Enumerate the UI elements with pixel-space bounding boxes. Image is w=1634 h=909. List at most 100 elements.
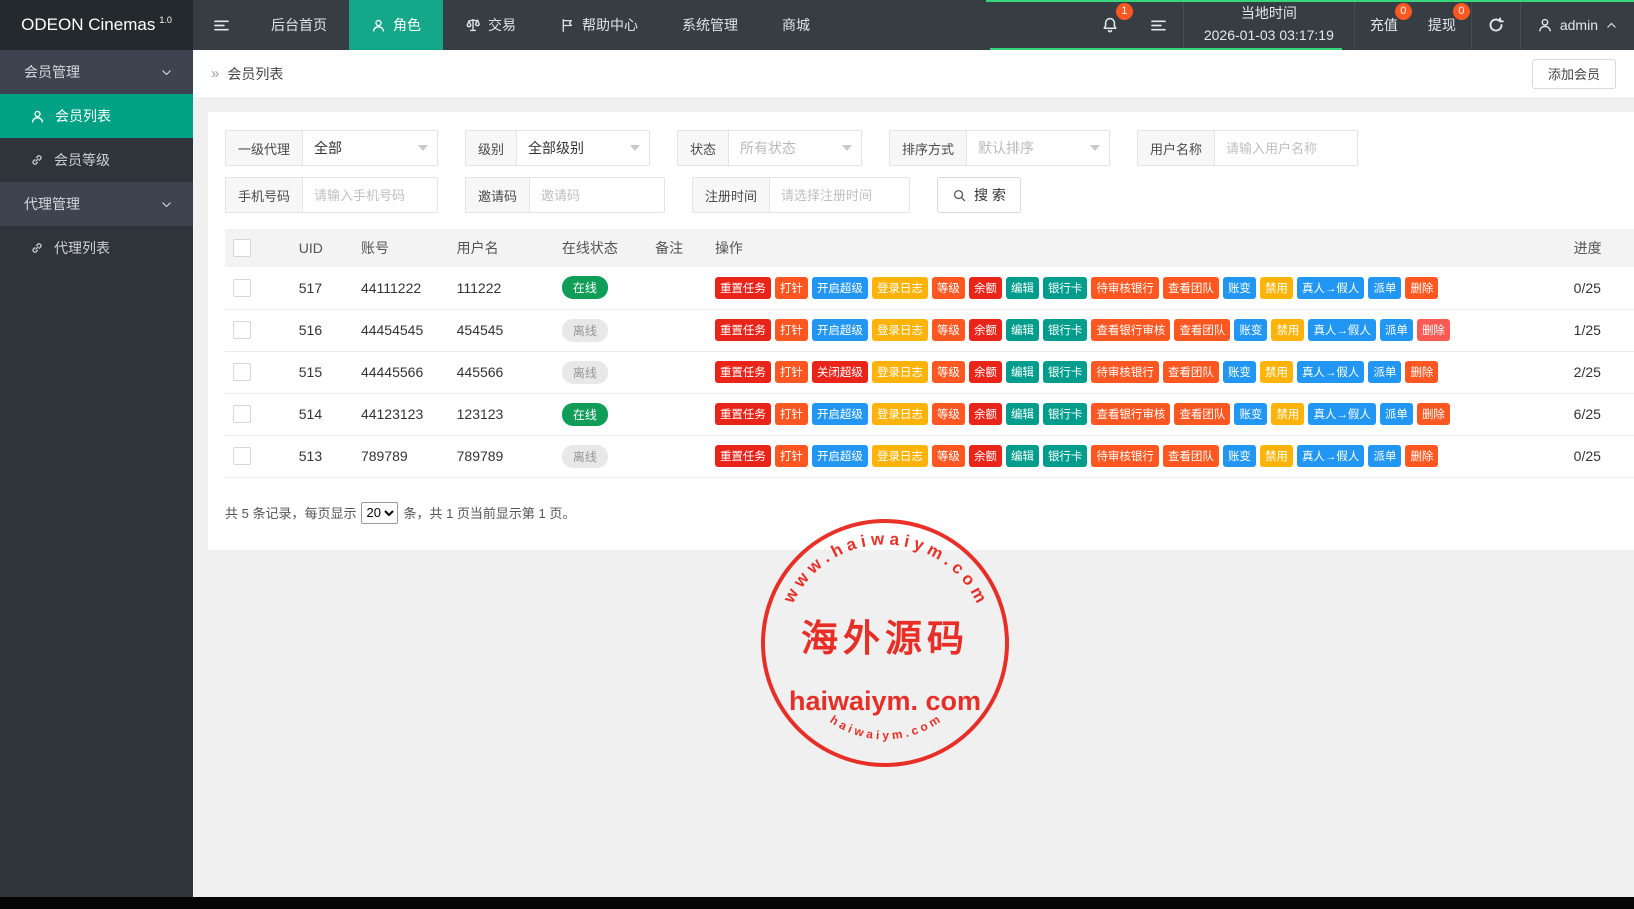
action-button-删除[interactable]: 删除 [1417, 403, 1450, 425]
action-button-余额[interactable]: 余额 [969, 403, 1002, 425]
action-button-等级[interactable]: 等级 [932, 319, 965, 341]
action-button-禁用[interactable]: 禁用 [1260, 445, 1293, 467]
action-button-派单[interactable]: 派单 [1380, 403, 1413, 425]
add-member-button[interactable]: 添加会员 [1532, 59, 1616, 89]
action-button-编辑[interactable]: 编辑 [1006, 277, 1039, 299]
nav-item-mall[interactable]: 商城 [760, 0, 832, 50]
quick-menu-button[interactable] [1134, 0, 1183, 50]
action-button-等级[interactable]: 等级 [932, 361, 965, 383]
action-button-开启超级[interactable]: 开启超级 [812, 277, 868, 299]
action-button-查看银行审核[interactable]: 查看银行审核 [1091, 319, 1170, 341]
action-button-等级[interactable]: 等级 [932, 445, 965, 467]
refresh-button[interactable] [1471, 0, 1521, 50]
action-button-待审核银行[interactable]: 待审核银行 [1091, 445, 1159, 467]
action-button-派单[interactable]: 派单 [1368, 277, 1401, 299]
action-button-账变[interactable]: 账变 [1234, 403, 1267, 425]
action-button-银行卡[interactable]: 银行卡 [1043, 445, 1088, 467]
action-button-禁用[interactable]: 禁用 [1271, 403, 1304, 425]
sidebar-item-agent-list[interactable]: 代理列表 [0, 226, 193, 270]
action-button-查看团队[interactable]: 查看团队 [1163, 361, 1219, 383]
row-checkbox[interactable] [233, 321, 251, 339]
action-button-重置任务[interactable]: 重置任务 [715, 277, 771, 299]
action-button-开启超级[interactable]: 开启超级 [812, 319, 868, 341]
action-button-开启超级[interactable]: 开启超级 [812, 403, 868, 425]
action-button-账变[interactable]: 账变 [1223, 277, 1256, 299]
action-button-禁用[interactable]: 禁用 [1260, 277, 1293, 299]
action-button-查看团队[interactable]: 查看团队 [1163, 445, 1219, 467]
action-button-编辑[interactable]: 编辑 [1006, 445, 1039, 467]
action-button-余额[interactable]: 余额 [969, 445, 1002, 467]
action-button-余额[interactable]: 余额 [969, 361, 1002, 383]
action-button-登录日志[interactable]: 登录日志 [872, 277, 928, 299]
action-button-真人→假人[interactable]: 真人→假人 [1297, 277, 1365, 299]
action-button-登录日志[interactable]: 登录日志 [872, 403, 928, 425]
app-logo[interactable]: ODEON Cinemas1.0 [0, 0, 193, 50]
action-button-编辑[interactable]: 编辑 [1006, 319, 1039, 341]
action-button-重置任务[interactable]: 重置任务 [715, 361, 771, 383]
action-button-等级[interactable]: 等级 [932, 277, 965, 299]
action-button-编辑[interactable]: 编辑 [1006, 403, 1039, 425]
filter-level-select[interactable]: 全部级别 [517, 131, 649, 165]
action-button-派单[interactable]: 派单 [1368, 445, 1401, 467]
withdraw-button[interactable]: 提现 0 [1413, 0, 1471, 50]
action-button-重置任务[interactable]: 重置任务 [715, 445, 771, 467]
action-button-真人→假人[interactable]: 真人→假人 [1308, 403, 1376, 425]
action-button-删除[interactable]: 删除 [1417, 319, 1450, 341]
action-button-删除[interactable]: 删除 [1405, 277, 1438, 299]
action-button-重置任务[interactable]: 重置任务 [715, 403, 771, 425]
page-size-select[interactable]: 20 [361, 502, 398, 524]
action-button-删除[interactable]: 删除 [1405, 361, 1438, 383]
action-button-账变[interactable]: 账变 [1223, 445, 1256, 467]
notifications-button[interactable]: 1 [1086, 0, 1134, 50]
sidebar-group-agent-management[interactable]: 代理管理 [0, 182, 193, 226]
action-button-账变[interactable]: 账变 [1223, 361, 1256, 383]
filter-first-agent-select[interactable]: 全部 [303, 131, 437, 165]
search-button[interactable]: 搜 索 [937, 177, 1021, 213]
row-checkbox[interactable] [233, 363, 251, 381]
action-button-禁用[interactable]: 禁用 [1271, 319, 1304, 341]
action-button-打针[interactable]: 打针 [775, 319, 808, 341]
action-button-关闭超级[interactable]: 关闭超级 [812, 361, 868, 383]
action-button-待审核银行[interactable]: 待审核银行 [1091, 361, 1159, 383]
nav-item-help-center[interactable]: 帮助中心 [538, 0, 660, 50]
action-button-打针[interactable]: 打针 [775, 403, 808, 425]
action-button-银行卡[interactable]: 银行卡 [1043, 319, 1088, 341]
action-button-派单[interactable]: 派单 [1380, 319, 1413, 341]
action-button-登录日志[interactable]: 登录日志 [872, 445, 928, 467]
nav-item-roles[interactable]: 角色 [349, 0, 443, 50]
action-button-打针[interactable]: 打针 [775, 361, 808, 383]
filter-status-select[interactable]: 所有状态 [729, 131, 861, 165]
action-button-登录日志[interactable]: 登录日志 [872, 319, 928, 341]
action-button-删除[interactable]: 删除 [1405, 445, 1438, 467]
sidebar-item-member-list[interactable]: 会员列表 [0, 94, 193, 138]
action-button-真人→假人[interactable]: 真人→假人 [1308, 319, 1376, 341]
action-button-打针[interactable]: 打针 [775, 445, 808, 467]
filter-invite-code-input[interactable] [541, 188, 653, 203]
row-checkbox[interactable] [233, 405, 251, 423]
filter-register-time-input[interactable] [781, 188, 898, 203]
row-checkbox[interactable] [233, 447, 251, 465]
action-button-待审核银行[interactable]: 待审核银行 [1091, 277, 1159, 299]
nav-item-dashboard[interactable]: 后台首页 [249, 0, 349, 50]
filter-sort-select[interactable]: 默认排序 [967, 131, 1109, 165]
filter-phone-input[interactable] [314, 188, 426, 203]
row-checkbox[interactable] [233, 279, 251, 297]
nav-item-trade[interactable]: 交易 [443, 0, 538, 50]
action-button-查看团队[interactable]: 查看团队 [1163, 277, 1219, 299]
action-button-禁用[interactable]: 禁用 [1260, 361, 1293, 383]
sidebar-group-member-management[interactable]: 会员管理 [0, 50, 193, 94]
user-menu[interactable]: admin [1521, 0, 1634, 50]
select-all-checkbox[interactable] [233, 239, 251, 257]
filter-username-input[interactable] [1226, 141, 1346, 156]
action-button-真人→假人[interactable]: 真人→假人 [1297, 445, 1365, 467]
action-button-打针[interactable]: 打针 [775, 277, 808, 299]
action-button-查看团队[interactable]: 查看团队 [1174, 319, 1230, 341]
action-button-重置任务[interactable]: 重置任务 [715, 319, 771, 341]
action-button-余额[interactable]: 余额 [969, 319, 1002, 341]
action-button-开启超级[interactable]: 开启超级 [812, 445, 868, 467]
nav-item-system[interactable]: 系统管理 [660, 0, 760, 50]
action-button-查看银行审核[interactable]: 查看银行审核 [1091, 403, 1170, 425]
action-button-编辑[interactable]: 编辑 [1006, 361, 1039, 383]
action-button-银行卡[interactable]: 银行卡 [1043, 277, 1088, 299]
action-button-银行卡[interactable]: 银行卡 [1043, 361, 1088, 383]
